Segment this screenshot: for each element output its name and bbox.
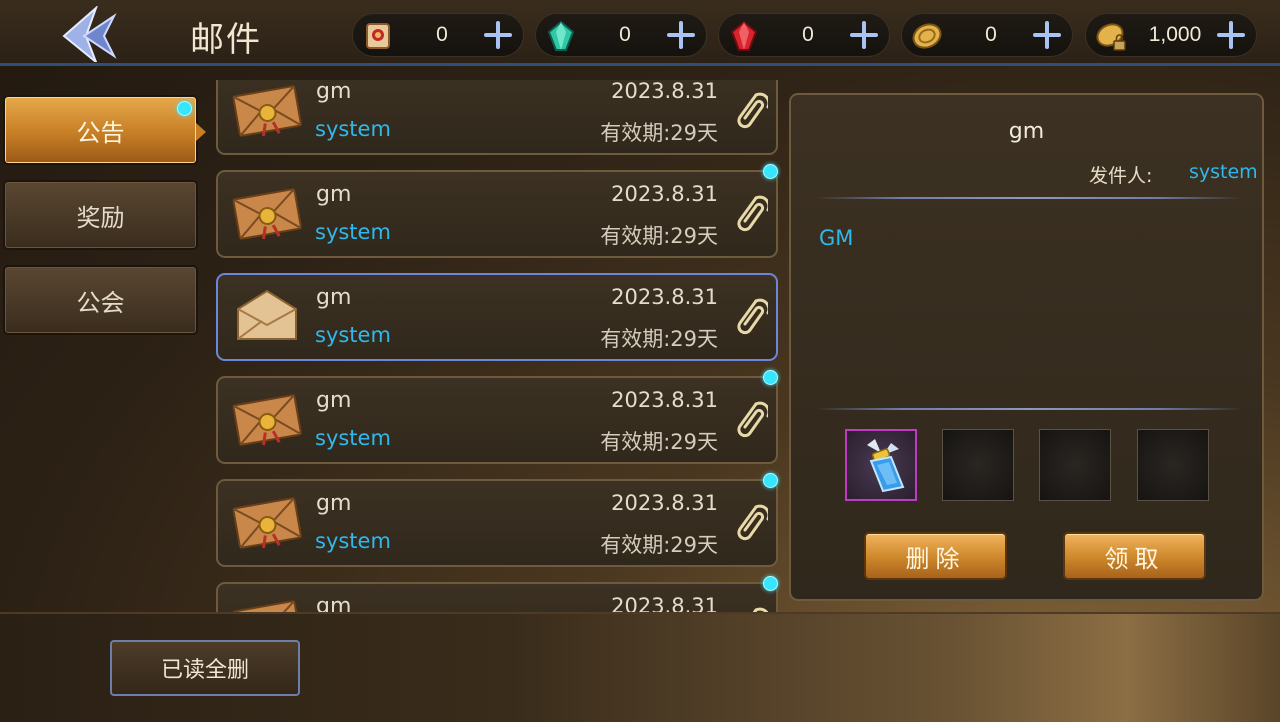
sealed-envelope-icon — [232, 85, 302, 137]
mail-date: 2023.8.31 — [611, 80, 718, 103]
tab-guild-label: 公会 — [76, 288, 125, 317]
resource-green-gem-value: 0 — [619, 23, 631, 46]
unread-dot — [763, 164, 778, 179]
paperclip-icon — [737, 401, 768, 438]
red-gem-icon — [730, 20, 758, 51]
sealed-envelope-icon — [232, 497, 302, 549]
tab-announcement-label: 公告 — [76, 118, 125, 147]
add-locked-coin-plus-icon[interactable] — [1214, 18, 1248, 52]
mail-item[interactable]: gmsystem2023.8.31有效期:29天 — [216, 576, 778, 614]
paperclip-icon — [737, 92, 768, 129]
mail-item[interactable]: gm system 2023.8.31 有效期:29天 — [216, 80, 778, 155]
add-scroll-plus-icon[interactable] — [481, 18, 515, 52]
mail-expiry: 有效期:29天 — [600, 224, 718, 248]
sender-name: system — [1189, 161, 1258, 183]
mail-from: system — [315, 323, 391, 347]
mail-expiry: 有效期:29天 — [600, 327, 718, 351]
mail-date: 2023.8.31 — [611, 388, 718, 412]
delete-button[interactable]: 删除 — [864, 532, 1007, 580]
mail-sender: gm — [316, 594, 352, 614]
resource-gold-coin-value: 0 — [985, 23, 997, 46]
mail-item[interactable]: gm system 2023.8.31 有效期:29天 — [216, 473, 778, 567]
mail-from: system — [315, 426, 391, 450]
attachment-slot-1[interactable] — [845, 429, 917, 501]
mail-sender: gm — [316, 491, 352, 516]
unread-dot — [177, 101, 192, 116]
gold-coin-icon — [912, 23, 942, 49]
mail-expiry: 有效期:29天 — [600, 430, 718, 454]
resource-scroll-value: 0 — [436, 23, 448, 46]
tab-announcement[interactable]: 公告 — [3, 95, 206, 165]
mail-category-sidebar: 公告 奖励 公会 — [0, 66, 206, 614]
mail-date: 2023.8.31 — [611, 594, 718, 614]
mail-date: 2023.8.31 — [611, 182, 718, 206]
mail-expiry: 有效期:29天 — [600, 121, 718, 145]
unread-dot — [763, 370, 778, 385]
claim-button[interactable]: 领取 — [1063, 532, 1206, 580]
unread-dot — [763, 473, 778, 488]
page-title: 邮件 — [190, 20, 262, 60]
mail-detail-title: gm — [1008, 119, 1045, 144]
attachment-slot-2 — [942, 429, 1014, 501]
mail-sender: gm — [316, 285, 352, 310]
back-button[interactable] — [56, 4, 120, 66]
tab-guild[interactable]: 公会 — [3, 265, 198, 335]
mail-list[interactable]: gm system 2023.8.31 有效期:29天 gm system 2023.8.3… — [214, 80, 782, 614]
back-arrow-icon — [62, 4, 117, 66]
resource-gold-coin: 0 — [901, 13, 1073, 57]
sealed-envelope-icon — [232, 394, 302, 446]
divider — [815, 197, 1243, 199]
paperclip-icon — [737, 298, 768, 335]
mail-item[interactable]: gm system 2023.8.31 有效期:29天 — [216, 370, 778, 464]
attachment-slot-4 — [1137, 429, 1209, 501]
attachment-slot-3 — [1039, 429, 1111, 501]
paperclip-icon — [737, 195, 768, 232]
mail-detail-panel: gm 发件人: system GM 删除 领取 — [789, 93, 1264, 601]
sender-label: 发件人: — [1089, 165, 1153, 187]
mail-from: system — [315, 220, 391, 244]
winged-potion-icon — [867, 439, 905, 493]
mail-sender: gm — [316, 80, 352, 104]
tab-reward-label: 奖励 — [76, 203, 125, 232]
resource-scroll: 0 — [352, 13, 524, 57]
tab-reward[interactable]: 奖励 — [3, 180, 198, 250]
paperclip-icon — [737, 504, 768, 541]
green-gem-icon — [547, 20, 575, 51]
resource-green-gem: 0 — [535, 13, 707, 57]
sealed-envelope-icon — [232, 188, 302, 240]
add-red-gem-plus-icon[interactable] — [847, 18, 881, 52]
mail-sender: gm — [316, 388, 352, 413]
delete-all-read-button[interactable]: 已读全删 — [110, 640, 300, 696]
mail-item[interactable]: gm system 2023.8.31 有效期:29天 — [216, 164, 778, 258]
sealed-envelope-icon — [232, 600, 302, 614]
mail-item[interactable]: gm system 2023.8.31 有效期:29天 — [216, 273, 778, 361]
resource-red-gem-value: 0 — [802, 23, 814, 46]
scroll-icon — [366, 23, 390, 49]
resource-red-gem: 0 — [718, 13, 890, 57]
mail-date: 2023.8.31 — [611, 285, 718, 309]
mail-from: system — [315, 529, 391, 553]
locked-coin-icon — [1096, 23, 1126, 51]
mail-expiry: 有效期:29天 — [600, 533, 718, 557]
divider — [815, 408, 1243, 410]
mail-from: system — [315, 117, 391, 141]
unread-dot — [763, 576, 778, 591]
mail-sender: gm — [316, 182, 352, 207]
add-gold-coin-plus-icon[interactable] — [1030, 18, 1064, 52]
add-green-gem-plus-icon[interactable] — [664, 18, 698, 52]
mail-body-text: GM — [819, 226, 854, 250]
resource-locked-coin-value: 1,000 — [1148, 23, 1202, 46]
mail-date: 2023.8.31 — [611, 491, 718, 515]
opened-envelope-icon — [237, 289, 297, 340]
resource-locked-coin: 1,000 — [1085, 13, 1257, 57]
